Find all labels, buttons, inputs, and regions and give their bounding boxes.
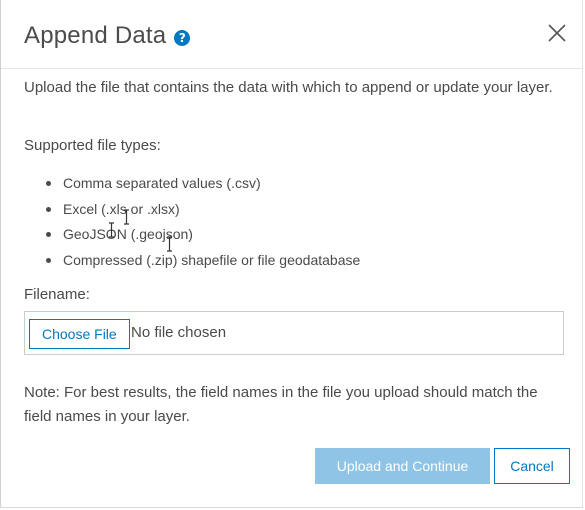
dialog-title: Append Data — [24, 22, 167, 49]
file-type-item: Excel (.xls or .xlsx) — [23, 197, 360, 223]
text-cursor-icon — [124, 209, 129, 225]
file-type-item: Compressed (.zip) shapefile or file geod… — [23, 248, 360, 274]
file-input[interactable]: Choose File No file chosen — [24, 311, 564, 355]
question-circle-icon[interactable]: ? — [174, 29, 191, 46]
close-button[interactable] — [546, 22, 568, 44]
file-type-item: GeoJSON (.geojson) — [23, 222, 360, 248]
file-type-list: Comma separated values (.csv) Excel (.xl… — [23, 171, 360, 273]
file-type-item: Comma separated values (.csv) — [23, 171, 360, 197]
dialog-header: Append Data ? — [24, 22, 191, 50]
supported-types-label: Supported file types: — [24, 137, 161, 154]
close-icon — [548, 24, 566, 42]
cancel-button[interactable]: Cancel — [494, 448, 570, 484]
append-data-dialog: Append Data ? Upload the file that conta… — [0, 0, 583, 508]
text-cursor-icon — [109, 222, 114, 238]
upload-and-continue-button[interactable]: Upload and Continue — [315, 448, 490, 484]
filename-label: Filename: — [24, 286, 90, 303]
choose-file-button[interactable]: Choose File — [29, 319, 130, 349]
note-text: Note: For best results, the field names … — [24, 384, 538, 425]
text-cursor-icon — [167, 236, 172, 252]
file-status: No file chosen — [131, 324, 227, 341]
intro-text: Upload the file that contains the data w… — [24, 79, 553, 96]
header-divider — [1, 68, 582, 69]
